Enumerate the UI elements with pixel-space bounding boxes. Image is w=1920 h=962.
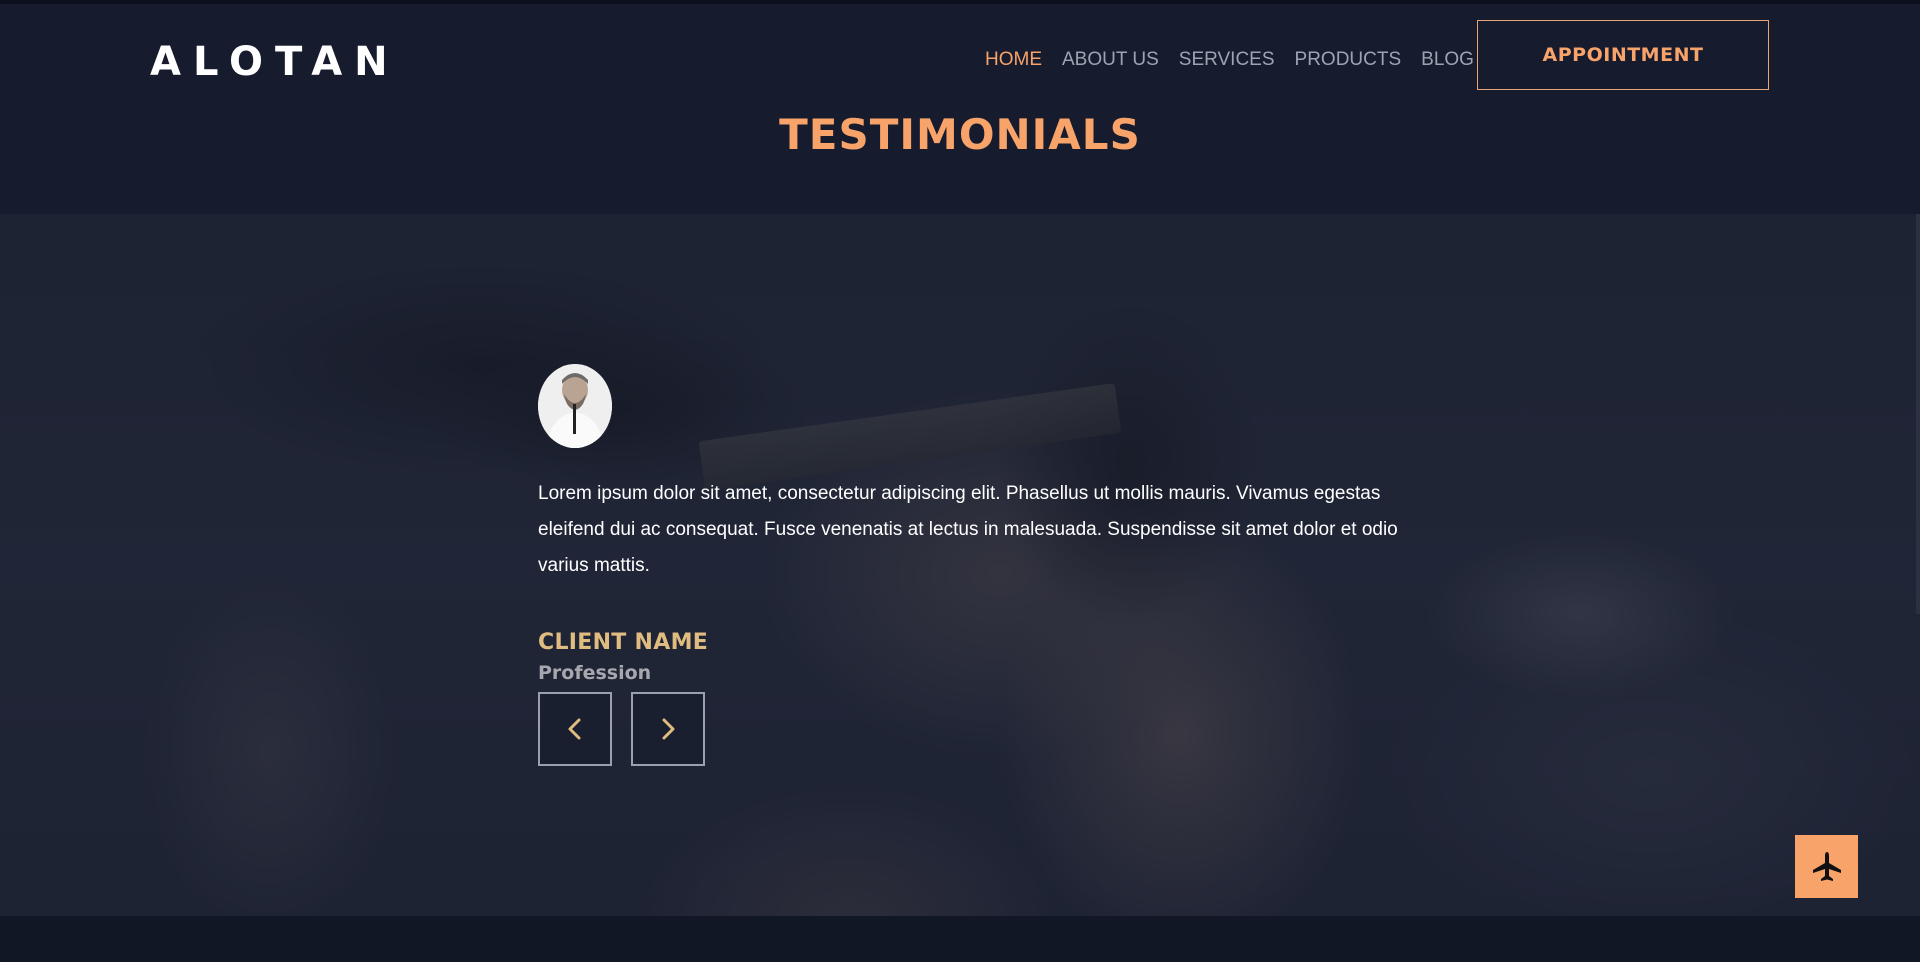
nav-products[interactable]: PRODUCTS (1295, 46, 1402, 74)
scroll-top-button[interactable] (1795, 835, 1858, 898)
chevron-left-icon (568, 718, 581, 740)
main-nav: HOME ABOUT US SERVICES PRODUCTS BLOG (985, 46, 1494, 74)
scrollbar[interactable] (1916, 214, 1920, 614)
nav-services[interactable]: SERVICES (1179, 46, 1275, 74)
nav-blog[interactable]: BLOG (1421, 46, 1474, 74)
client-profession: Profession (538, 662, 652, 684)
client-name: CLIENT NAME (538, 630, 709, 655)
avatar-portrait-icon (538, 364, 612, 448)
prev-testimonial-button[interactable] (538, 692, 612, 766)
next-testimonial-button[interactable] (631, 692, 705, 766)
appointment-button[interactable]: APPOINTMENT (1477, 20, 1769, 90)
nav-home[interactable]: HOME (985, 46, 1042, 74)
section-title: TESTIMONIALS (779, 110, 1141, 159)
testimonial-quote: Lorem ipsum dolor sit amet, consectetur … (538, 483, 1398, 576)
chevron-right-icon (662, 718, 675, 740)
logo[interactable]: ALOTAN (150, 38, 400, 86)
footer-band (0, 916, 1920, 962)
client-avatar (538, 364, 612, 448)
testimonial-section: Lorem ipsum dolor sit amet, consectetur … (0, 214, 1920, 916)
airplane-icon (1812, 851, 1841, 881)
site-header: ALOTAN HOME ABOUT US SERVICES PRODUCTS B… (0, 4, 1920, 210)
nav-about-us[interactable]: ABOUT US (1062, 46, 1159, 74)
